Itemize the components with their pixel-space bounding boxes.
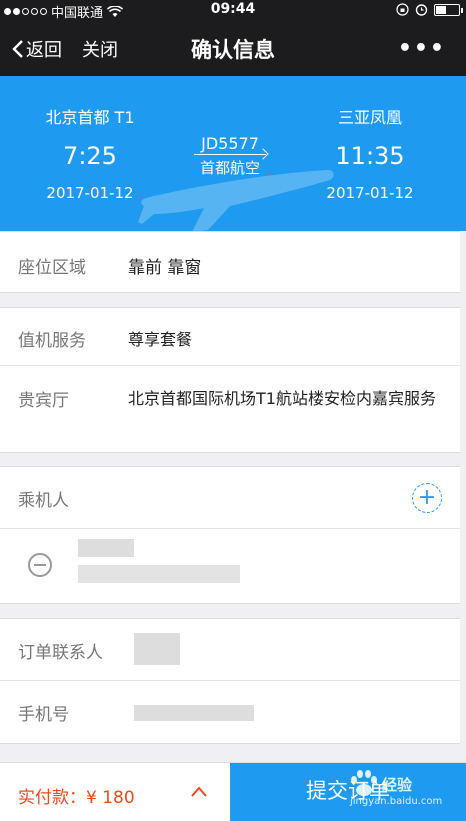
- departure-airport: 北京首都 T1: [45, 108, 135, 127]
- arrival-airport: 三亚凤凰: [337, 108, 402, 127]
- flight-info-card: 北京首都 T1 7:25 2017-01-12 JD5577 首都航空 三亚凤凰…: [0, 76, 466, 231]
- lounge-label: 贵宾厅: [18, 391, 69, 411]
- page-title: 确认信息: [191, 38, 275, 62]
- checkin-row[interactable]: 值机服务 尊享套餐: [0, 308, 466, 366]
- contact-name-label: 订单联系人: [18, 643, 103, 663]
- services-section: 值机服务 尊享套餐 贵宾厅 北京首都国际机场T1航站楼安检内嘉宾服务: [0, 307, 466, 453]
- passengers-label: 乘机人: [18, 491, 69, 511]
- seat-row[interactable]: 座位区域 靠前 靠窗: [0, 232, 466, 292]
- submit-order-button[interactable]: 提交订单: [230, 763, 466, 821]
- more-menu-button[interactable]: •••: [398, 36, 446, 61]
- nav-bar: 返回 关闭 确认信息 •••: [0, 20, 466, 76]
- redacted-contact-name: [134, 633, 180, 665]
- departure-block: 北京首都 T1 7:25 2017-01-12: [20, 104, 160, 202]
- battery-icon: [434, 3, 463, 16]
- arrival-block: 三亚凤凰 11:35 2017-01-12: [300, 104, 440, 202]
- arrival-date: 2017-01-12: [326, 184, 414, 202]
- redacted-phone-number: [134, 705, 254, 721]
- redacted-passenger-id: [78, 565, 240, 583]
- contact-section: 订单联系人 手机号: [0, 618, 466, 744]
- lounge-value: 北京首都国际机场T1航站楼安检内嘉宾服务: [128, 389, 436, 408]
- redacted-passenger-name: [78, 539, 134, 557]
- rotation-lock-icon: [396, 3, 409, 16]
- arrival-time: 11:35: [335, 142, 405, 170]
- airline-name: 首都航空: [199, 159, 260, 177]
- chevron-up-icon[interactable]: [190, 785, 208, 799]
- remove-passenger-button[interactable]: [28, 553, 52, 577]
- contact-name-row[interactable]: 订单联系人: [0, 619, 466, 681]
- seat-label: 座位区域: [18, 258, 86, 278]
- passenger-item[interactable]: [0, 529, 466, 603]
- phone-label: 手机号: [18, 705, 69, 725]
- alarm-icon: [415, 4, 428, 16]
- departure-time: 7:25: [63, 142, 117, 170]
- checkin-value: 尊享套餐: [128, 330, 193, 349]
- flight-route: JD5577 首都航空: [180, 134, 280, 178]
- checkout-bar: 实付款：¥ 180 提交订单: [0, 762, 466, 821]
- plus-icon: +: [417, 485, 437, 510]
- checkin-label: 值机服务: [18, 331, 86, 351]
- seat-value: 靠前 靠窗: [128, 258, 202, 278]
- close-button[interactable]: 关闭: [82, 36, 118, 62]
- passengers-section: 乘机人 +: [0, 466, 466, 604]
- chevron-left-icon: [12, 40, 23, 58]
- arrow-right-icon: [194, 154, 266, 155]
- back-button[interactable]: 返回: [12, 36, 62, 62]
- total-price: 实付款：¥ 180: [18, 788, 135, 808]
- lounge-row[interactable]: 贵宾厅 北京首都国际机场T1航站楼安检内嘉宾服务: [0, 366, 466, 452]
- status-bar: 中国联通 09:44: [0, 0, 466, 21]
- passengers-header-row: 乘机人 +: [0, 467, 466, 529]
- back-label: 返回: [26, 40, 62, 61]
- departure-date: 2017-01-12: [46, 184, 134, 202]
- add-passenger-button[interactable]: +: [412, 483, 442, 513]
- seat-section: 座位区域 靠前 靠窗: [0, 231, 466, 293]
- phone-row[interactable]: 手机号: [0, 681, 466, 743]
